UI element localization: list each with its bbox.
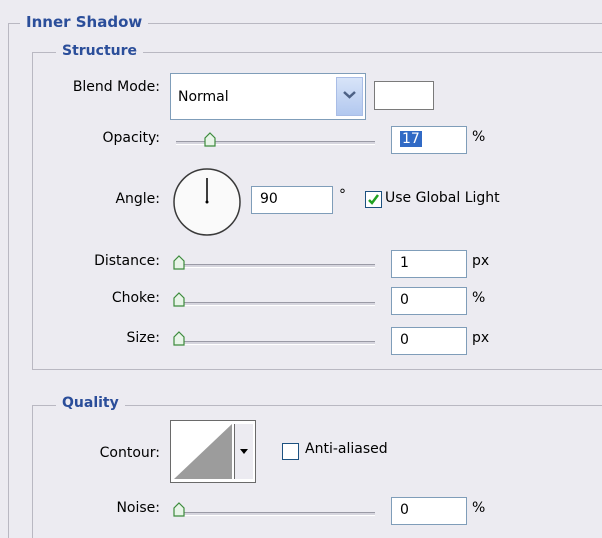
noise-slider-track[interactable]: [176, 512, 375, 516]
distance-unit: px: [472, 253, 490, 269]
size-slider-thumb[interactable]: [173, 331, 185, 346]
quality-title: Quality: [56, 395, 125, 411]
use-global-light-checkbox[interactable]: [365, 191, 382, 208]
distance-label: Distance:: [94, 253, 160, 269]
noise-unit: %: [472, 500, 486, 516]
choke-input[interactable]: 0: [391, 287, 467, 315]
structure-border-bottom: [32, 369, 602, 370]
contour-dropdown-button[interactable]: [234, 424, 253, 479]
checkmark-icon: [368, 194, 379, 205]
quality-border-left: [32, 405, 33, 538]
chevron-down-icon: [240, 449, 248, 454]
choke-unit: %: [472, 290, 486, 306]
blend-mode-value: Normal: [178, 89, 229, 105]
size-input[interactable]: 0: [391, 327, 467, 355]
noise-slider-thumb[interactable]: [173, 502, 185, 517]
size-label: Size:: [126, 330, 160, 346]
opacity-value: 17: [400, 131, 422, 147]
angle-dial[interactable]: [172, 167, 244, 239]
opacity-input[interactable]: 17: [391, 126, 467, 154]
contour-label: Contour:: [99, 445, 160, 461]
anti-aliased-checkbox[interactable]: [282, 443, 299, 460]
anti-aliased-label[interactable]: Anti-aliased: [305, 441, 388, 457]
inner-shadow-border-left: [8, 23, 9, 538]
noise-label: Noise:: [116, 500, 160, 516]
use-global-light-label[interactable]: Use Global Light: [385, 190, 500, 206]
angle-input[interactable]: 90: [251, 186, 333, 214]
blend-mode-select[interactable]: Normal: [170, 73, 366, 120]
structure-title: Structure: [56, 43, 144, 59]
blend-mode-dropdown-button[interactable]: [336, 77, 363, 116]
distance-slider-thumb[interactable]: [173, 255, 185, 270]
opacity-unit: %: [472, 129, 486, 145]
angle-label: Angle:: [115, 191, 160, 207]
blend-color-swatch[interactable]: [374, 81, 434, 110]
choke-slider-thumb[interactable]: [173, 292, 185, 307]
opacity-label: Opacity:: [102, 130, 160, 146]
size-slider-track[interactable]: [176, 341, 375, 345]
inner-shadow-title: Inner Shadow: [20, 13, 149, 31]
distance-input[interactable]: 1: [391, 250, 467, 278]
contour-preview-icon: [174, 424, 232, 479]
opacity-slider-thumb[interactable]: [204, 132, 216, 147]
structure-border-left: [32, 52, 33, 370]
size-unit: px: [472, 330, 490, 346]
chevron-down-icon: [343, 91, 356, 99]
angle-unit: °: [339, 187, 346, 203]
choke-slider-track[interactable]: [176, 302, 375, 306]
distance-slider-track[interactable]: [176, 264, 375, 268]
contour-picker[interactable]: [170, 420, 256, 483]
choke-label: Choke:: [111, 290, 160, 306]
blend-mode-label: Blend Mode:: [72, 79, 160, 95]
noise-input[interactable]: 0: [391, 497, 467, 525]
